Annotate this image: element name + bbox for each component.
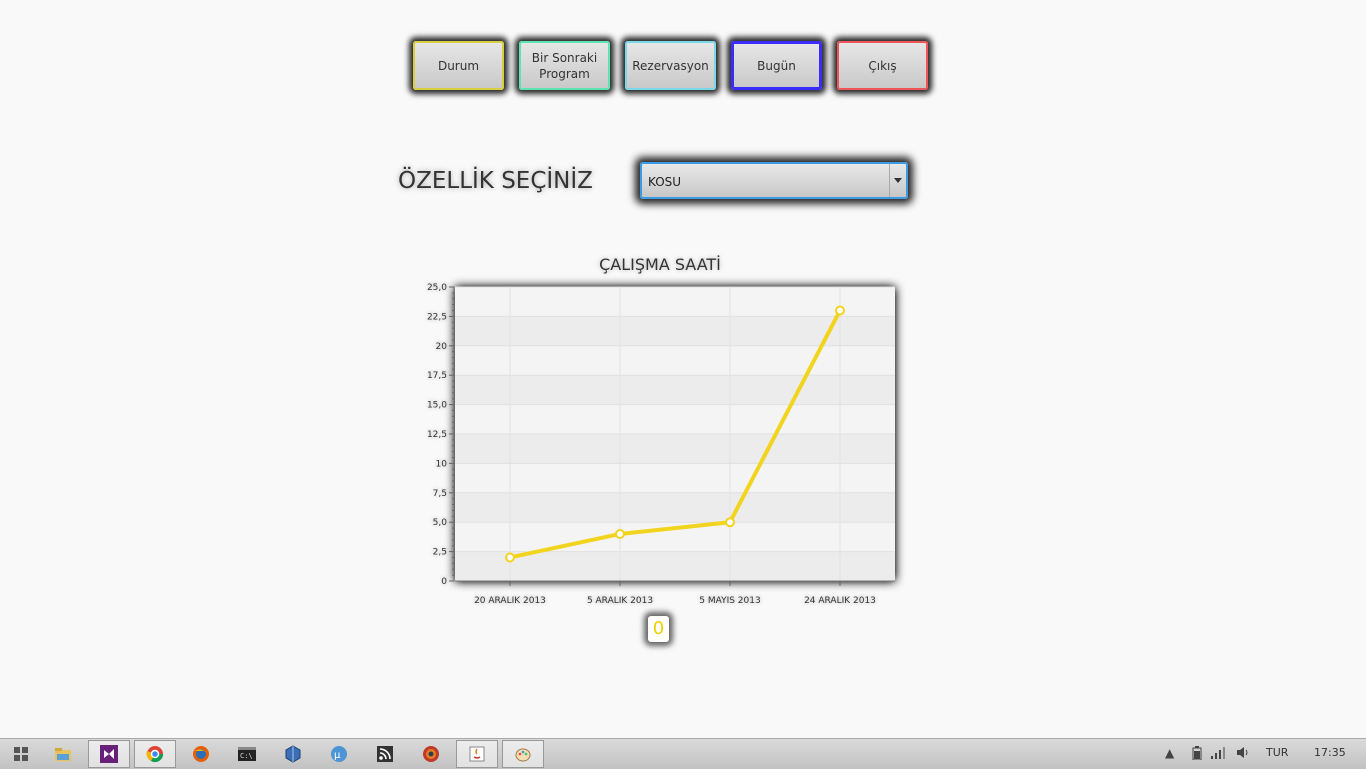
- rss-icon[interactable]: [364, 740, 406, 768]
- svg-text:C:\: C:\: [240, 752, 253, 760]
- network-signal-icon[interactable]: [1211, 746, 1227, 762]
- battery-icon[interactable]: [1192, 746, 1202, 763]
- y-tick-label: 7,5: [433, 489, 447, 499]
- x-tick-label: 24 ARALIK 2013: [804, 596, 876, 606]
- windows-start-icon[interactable]: [0, 740, 42, 768]
- plot-band: [455, 434, 895, 464]
- plot-band: [455, 375, 895, 405]
- y-tick-label: 25,0: [427, 283, 447, 293]
- y-tick-label: 12,5: [427, 430, 447, 440]
- y-tick-label: 2,5: [433, 548, 447, 558]
- y-tick-label: 0: [441, 577, 447, 587]
- data-point: [505, 552, 515, 563]
- y-tick-label: 20: [436, 342, 448, 352]
- y-tick-label: 15,0: [427, 401, 447, 411]
- value-display-label: 0: [648, 616, 669, 642]
- data-point: [615, 528, 625, 539]
- browser-icon[interactable]: [410, 740, 452, 768]
- y-tick-label: 22,5: [427, 312, 447, 322]
- line-chart: 0 2,5 5,0 7,5 10 12,5 15,0 17,5 20 22,5 25,0 20 ARA…: [427, 283, 895, 606]
- volume-icon[interactable]: [1236, 746, 1250, 762]
- file-explorer-icon[interactable]: [42, 740, 84, 768]
- svg-text:µ: µ: [334, 750, 341, 761]
- y-tick-label: 17,5: [427, 371, 447, 381]
- data-point: [725, 517, 735, 528]
- taskbar: C:\ µ ▲ TUR 17:35: [0, 738, 1366, 769]
- x-tick-label: 5 MAYIS 2013: [699, 596, 760, 606]
- virtualbox-icon[interactable]: [272, 740, 314, 768]
- java-icon[interactable]: [456, 740, 498, 768]
- y-tick-label: 10: [436, 459, 448, 469]
- show-hidden-icons-icon[interactable]: ▲: [1165, 746, 1174, 760]
- visual-studio-icon[interactable]: [88, 740, 130, 768]
- x-tick-label: 5 ARALIK 2013: [587, 596, 653, 606]
- paint-icon[interactable]: [502, 740, 544, 768]
- input-language-indicator[interactable]: TUR: [1266, 746, 1288, 759]
- chrome-icon[interactable]: [134, 740, 176, 768]
- utorrent-icon[interactable]: µ: [318, 740, 360, 768]
- y-tick-label: 5,0: [433, 518, 448, 528]
- plot-band: [455, 492, 895, 523]
- command-prompt-icon[interactable]: C:\: [226, 740, 268, 768]
- clock[interactable]: 17:35: [1314, 746, 1346, 759]
- x-tick-label: 20 ARALIK 2013: [474, 596, 546, 606]
- firefox-icon[interactable]: [180, 740, 222, 768]
- data-point: [835, 305, 845, 316]
